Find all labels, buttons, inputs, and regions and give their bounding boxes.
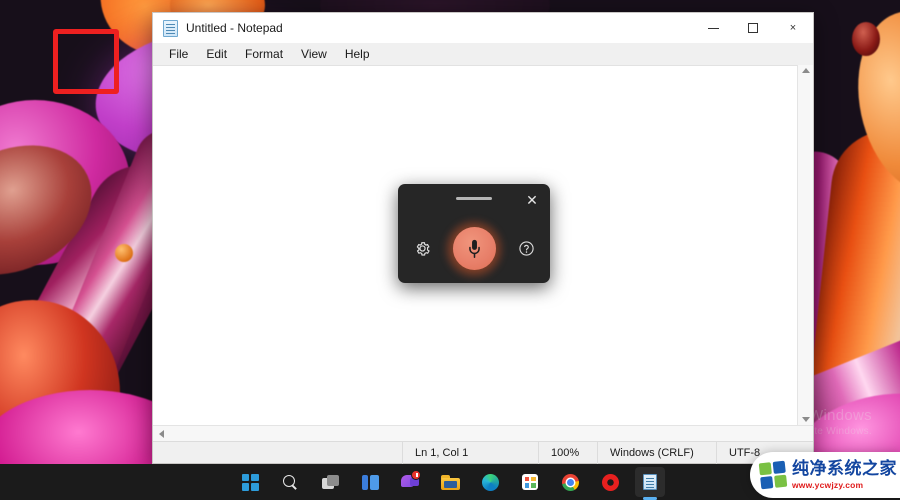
menu-item-help[interactable]: Help: [337, 45, 378, 63]
gear-icon: [416, 242, 430, 256]
voice-typing-widget: ✕: [398, 184, 550, 283]
drag-handle[interactable]: [456, 197, 492, 200]
close-button[interactable]: ×: [773, 13, 813, 43]
opera-icon: [601, 473, 619, 491]
edge-icon: [481, 473, 499, 491]
minimize-icon: [707, 27, 719, 29]
site-watermark-text: 纯净系统之家 www.ycwjzy.com: [792, 458, 897, 490]
menu-item-view[interactable]: View: [293, 45, 335, 63]
widgets-icon: [361, 474, 379, 490]
site-logo-icon: [758, 460, 788, 490]
status-cursor-position: Ln 1, Col 1: [415, 446, 469, 459]
menu-item-edit[interactable]: Edit: [198, 45, 235, 63]
taskbar-item-task-view[interactable]: [315, 467, 345, 497]
scroll-left-button[interactable]: [153, 429, 169, 438]
taskbar-item-chat[interactable]: [395, 467, 425, 497]
vertical-scrollbar[interactable]: [797, 65, 813, 425]
search-icon: [282, 474, 298, 490]
taskbar-item-file-explorer[interactable]: [435, 467, 465, 497]
voice-widget-body: [398, 214, 550, 283]
window-controls: ×: [693, 13, 813, 43]
minimize-button[interactable]: [693, 13, 733, 43]
voice-widget-header[interactable]: ✕: [398, 184, 550, 214]
status-line-ending[interactable]: Windows (CRLF): [598, 442, 716, 464]
site-watermark-url: www.ycwjzy.com: [792, 479, 864, 490]
settings-button[interactable]: [410, 237, 434, 261]
taskbar-item-chrome[interactable]: [555, 467, 585, 497]
taskbar-item-notepad[interactable]: [635, 467, 665, 497]
scroll-left-icon: [158, 429, 164, 438]
scroll-up-icon[interactable]: [801, 68, 810, 73]
status-zoom-level[interactable]: 100%: [539, 442, 597, 464]
notepad-document-icon: [163, 19, 178, 37]
maximize-button[interactable]: [733, 13, 773, 43]
menu-item-format[interactable]: Format: [237, 45, 291, 63]
site-watermark-title: 纯净系统之家: [792, 458, 897, 479]
scroll-down-icon[interactable]: [801, 417, 810, 422]
microphone-button-cell: [443, 217, 505, 280]
chrome-icon: [561, 473, 579, 491]
horizontal-scrollbar[interactable]: [153, 425, 813, 441]
taskbar-item-start[interactable]: [235, 467, 265, 497]
task-view-icon: [321, 475, 339, 489]
close-icon[interactable]: ✕: [522, 190, 542, 210]
help-button[interactable]: [514, 237, 538, 261]
chat-icon: [401, 470, 421, 490]
taskbar-item-search[interactable]: [275, 467, 305, 497]
chat-notification-badge: [411, 470, 421, 480]
windows-start-icon: [241, 473, 259, 491]
notepad-icon: [643, 474, 657, 490]
taskbar-item-opera[interactable]: [595, 467, 625, 497]
notepad-menubar: File Edit Format View Help: [153, 43, 813, 65]
file-explorer-icon: [440, 474, 460, 490]
help-question-icon: [518, 241, 534, 256]
site-watermark: 纯净系统之家 www.ycwjzy.com: [750, 452, 900, 498]
notepad-titlebar[interactable]: Untitled - Notepad ×: [153, 13, 813, 43]
taskbar-item-edge[interactable]: [475, 467, 505, 497]
microphone-button[interactable]: [452, 227, 496, 270]
notepad-statusbar: Ln 1, Col 1 100% Windows (CRLF) UTF-8: [153, 441, 813, 464]
taskbar-pinned-items: [235, 464, 665, 500]
maximize-icon: [748, 23, 758, 33]
wallpaper-blob: [852, 22, 880, 56]
taskbar-item-microsoft-store[interactable]: [515, 467, 545, 497]
taskbar-item-widgets[interactable]: [355, 467, 385, 497]
page-title: Untitled - Notepad: [186, 21, 283, 35]
horizontal-scroll-track[interactable]: [169, 426, 797, 442]
microsoft-store-icon: [522, 474, 538, 490]
menu-item-file[interactable]: File: [161, 45, 196, 63]
wallpaper-blob: [115, 244, 133, 262]
microphone-icon: [468, 239, 480, 258]
